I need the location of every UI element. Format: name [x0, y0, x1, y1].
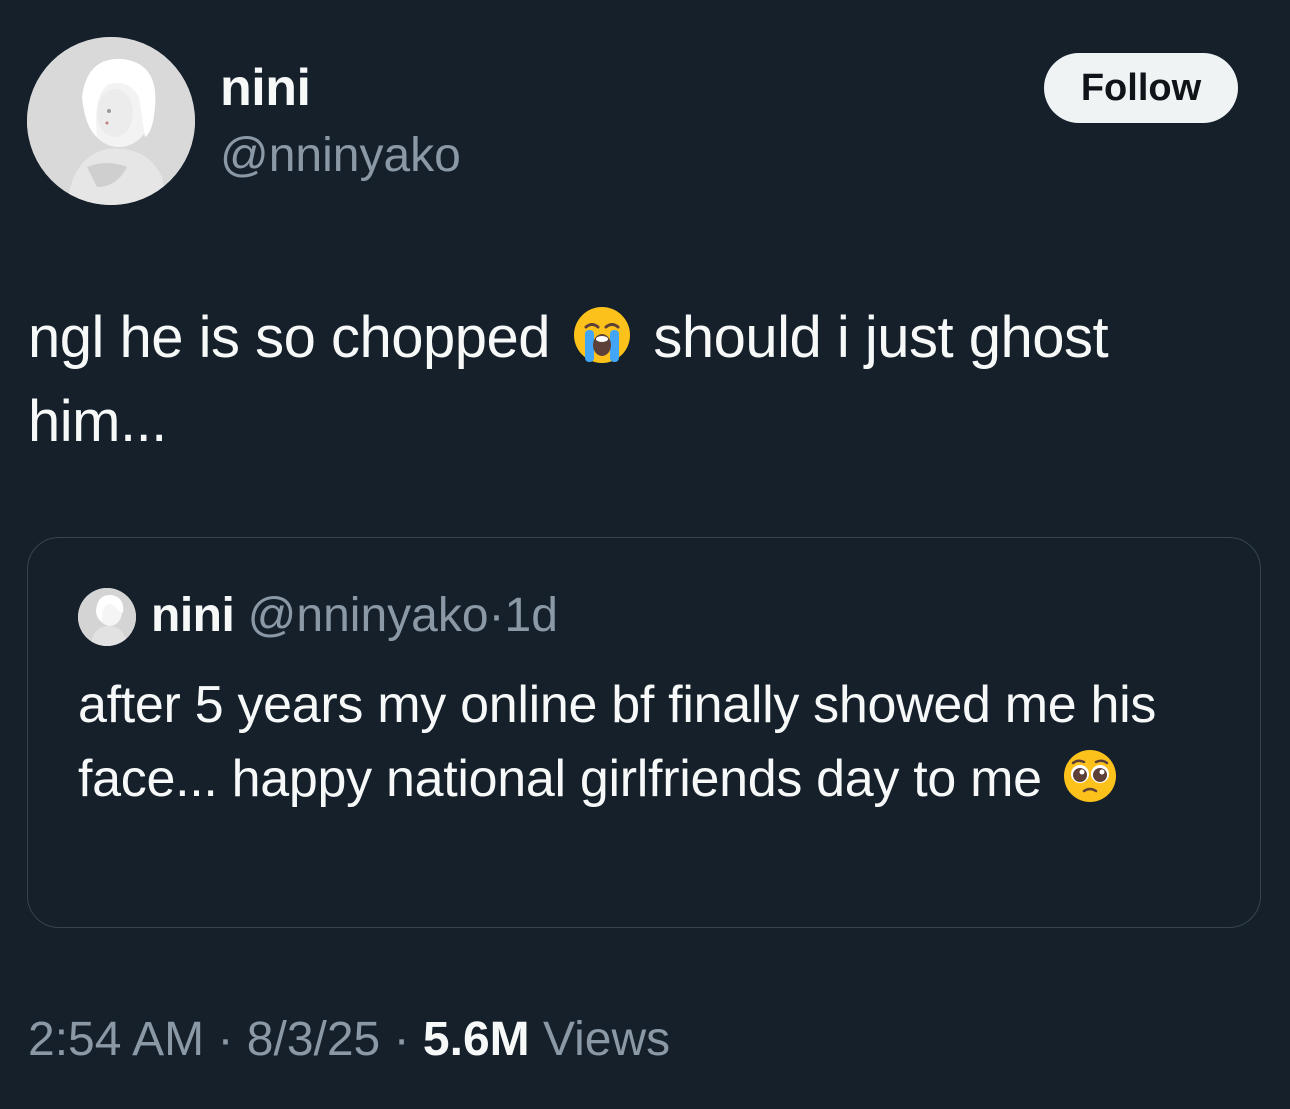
- tweet-date[interactable]: 8/3/25: [247, 1013, 380, 1066]
- views-count: 5.6M: [422, 1013, 530, 1066]
- views-label: Views: [542, 1013, 671, 1066]
- quoted-avatar[interactable]: [78, 588, 136, 646]
- quoted-tweet[interactable]: nini @nninyako·1d after 5 years my onlin…: [27, 537, 1261, 928]
- tweet-card: nini @nninyako Follow ngl he is so chopp…: [0, 0, 1290, 1109]
- profile-avatar[interactable]: [27, 37, 195, 205]
- tweet-text-part1: ngl he is so chopped: [28, 305, 551, 370]
- quoted-tweet-text: after 5 years my online bf finally showe…: [78, 668, 1228, 824]
- quoted-display-name[interactable]: nini: [151, 589, 235, 642]
- tweet-time[interactable]: 2:54 AM: [28, 1013, 204, 1066]
- follow-button[interactable]: Follow: [1044, 53, 1238, 123]
- tweet-text: ngl he is so chopped should i just ghost…: [28, 300, 1258, 460]
- meta-separator-dot: ·: [393, 1013, 410, 1066]
- avatar-image: [27, 37, 195, 205]
- pleading-face-icon: [1062, 748, 1118, 824]
- quoted-text: after 5 years my online bf finally showe…: [78, 676, 1157, 808]
- quoted-separator-dot: ·: [488, 589, 505, 642]
- tweet-meta: 2:54 AM · 8/3/25 · 5.6M Views: [28, 1010, 670, 1070]
- meta-separator-dot: ·: [217, 1013, 234, 1066]
- quoted-header: nini @nninyako·1d: [151, 586, 558, 646]
- loudly-crying-face-icon: [572, 305, 632, 384]
- quoted-timestamp[interactable]: 1d: [505, 589, 558, 642]
- quoted-handle[interactable]: @nninyako: [248, 589, 489, 642]
- quoted-avatar-image: [78, 588, 136, 646]
- author-display-name[interactable]: nini: [220, 58, 311, 118]
- author-handle[interactable]: @nninyako: [220, 128, 461, 184]
